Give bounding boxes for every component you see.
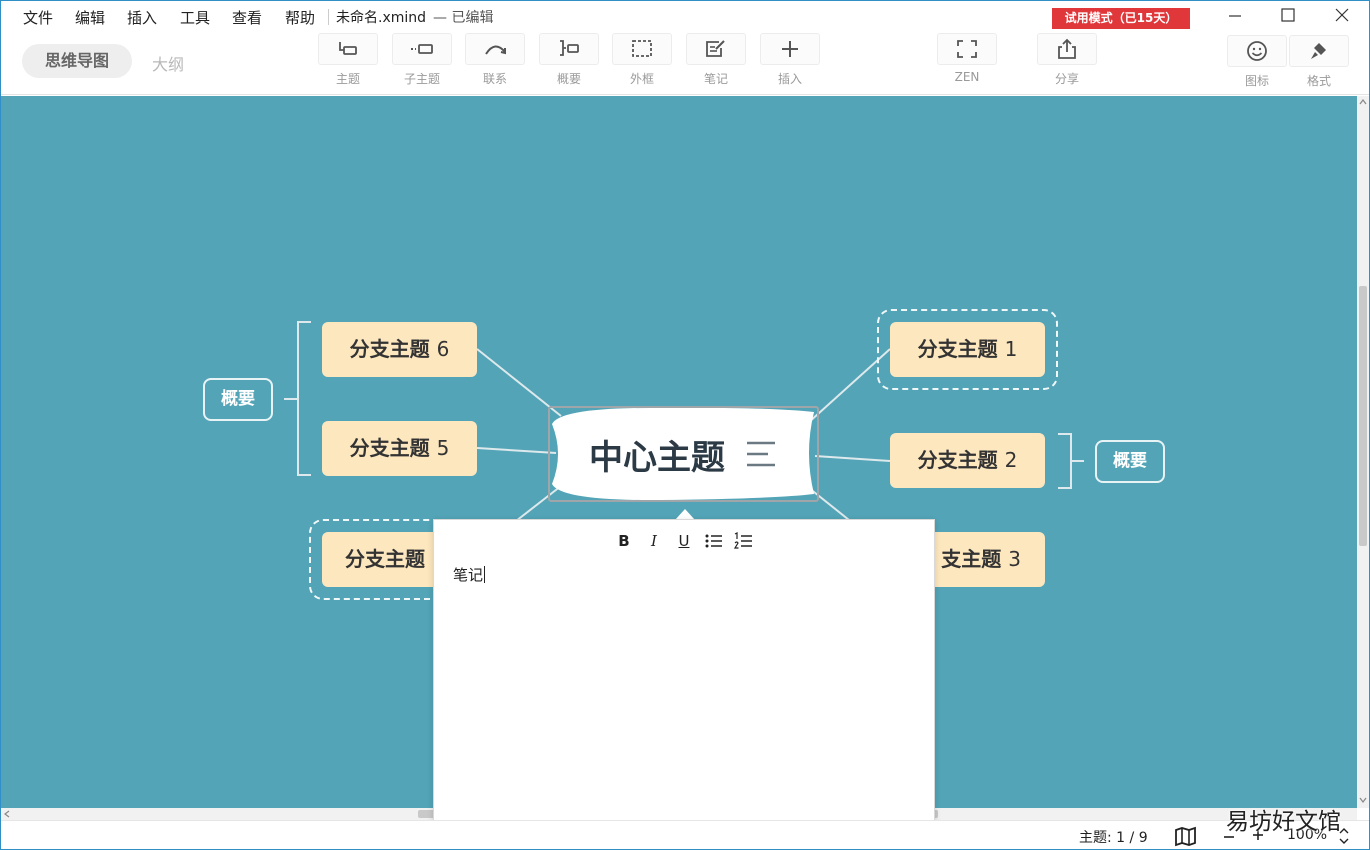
menu-help[interactable]: 帮助 bbox=[285, 7, 315, 28]
app-window: 文件 编辑 插入 工具 查看 帮助 未命名.xmind — 已编辑 试用模式（已… bbox=[0, 0, 1370, 850]
boundary-label: 外框 bbox=[629, 72, 654, 86]
underline-button[interactable]: U bbox=[671, 528, 697, 554]
plus-icon bbox=[782, 41, 798, 57]
note-button[interactable]: 笔记 bbox=[686, 33, 746, 91]
note-editor-panel[interactable]: B I U 笔记 bbox=[433, 519, 935, 849]
relationship-button[interactable]: 联系 bbox=[465, 33, 525, 91]
document-status: — 已编辑 bbox=[433, 10, 494, 26]
boundary-icon bbox=[632, 40, 652, 57]
scroll-left-icon[interactable] bbox=[1, 808, 13, 820]
share-label: 分享 bbox=[1054, 72, 1079, 86]
format-button[interactable]: 格式 bbox=[1289, 35, 1349, 93]
menu-insert[interactable]: 插入 bbox=[127, 7, 157, 28]
tab-outline[interactable]: 大纲 bbox=[152, 51, 184, 75]
subtopic-button[interactable]: 子主题 bbox=[392, 33, 452, 91]
trial-mode-badge[interactable]: 试用模式（已15天） bbox=[1052, 8, 1190, 29]
toolbar: 思维导图 大纲 主题 子主题 联系 概要 外框 笔记 插入 ZEN 分享 图标 … bbox=[1, 31, 1369, 95]
note-icon bbox=[706, 40, 725, 57]
boundary-button[interactable]: 外框 bbox=[612, 33, 672, 91]
topic-count: 主题: 1 / 9 bbox=[1079, 830, 1148, 846]
title-bar: 文件 编辑 插入 工具 查看 帮助 未命名.xmind — 已编辑 试用模式（已… bbox=[1, 1, 1369, 31]
format-label: 格式 bbox=[1306, 74, 1331, 88]
close-button[interactable] bbox=[1332, 6, 1352, 26]
numbered-list-button[interactable] bbox=[731, 528, 757, 554]
summary-label: 概要 bbox=[556, 72, 581, 86]
subtopic-label: 子主题 bbox=[403, 72, 440, 86]
share-icon bbox=[1058, 38, 1076, 59]
bold-button[interactable]: B bbox=[611, 528, 637, 554]
brush-icon bbox=[1311, 43, 1326, 59]
branch-topic-6[interactable]: 分支主题 6 bbox=[322, 322, 477, 377]
relationship-icon bbox=[485, 45, 506, 55]
menu-edit[interactable]: 编辑 bbox=[75, 7, 105, 28]
bullet-list-icon bbox=[705, 534, 722, 548]
summary-icon bbox=[560, 40, 579, 56]
watermark-text: 易坊好文馆 bbox=[1226, 809, 1341, 835]
summary-button[interactable]: 概要 bbox=[539, 33, 599, 91]
tab-mindmap[interactable]: 思维导图 bbox=[22, 44, 132, 78]
insert-label: 插入 bbox=[777, 72, 802, 86]
note-text-area[interactable]: 笔记 bbox=[453, 564, 486, 585]
text-cursor bbox=[484, 566, 486, 583]
zen-label: ZEN bbox=[954, 70, 980, 84]
branch-topic-5[interactable]: 分支主题 5 bbox=[322, 421, 477, 476]
branch-topic-1[interactable]: 分支主题 1 bbox=[890, 322, 1045, 377]
summary-left[interactable]: 概要 bbox=[203, 378, 273, 421]
status-bar: 主题: 1 / 9 100% bbox=[1, 820, 1369, 849]
minimize-button[interactable] bbox=[1225, 6, 1245, 26]
vertical-scroll-thumb[interactable] bbox=[1359, 286, 1367, 546]
central-topic-text[interactable]: 中心主题 bbox=[589, 430, 725, 479]
maximize-icon bbox=[1281, 8, 1295, 22]
share-button[interactable]: 分享 bbox=[1037, 33, 1097, 91]
scroll-down-icon[interactable] bbox=[1357, 794, 1369, 806]
smiley-icon bbox=[1247, 41, 1267, 61]
zen-button[interactable]: ZEN bbox=[937, 33, 997, 91]
numbered-list-icon bbox=[733, 532, 752, 549]
menu-separator bbox=[328, 9, 329, 25]
relationship-label: 联系 bbox=[482, 72, 507, 86]
map-view-icon[interactable] bbox=[1174, 825, 1198, 847]
minimize-icon bbox=[1229, 15, 1241, 17]
bullet-list-button[interactable] bbox=[701, 528, 727, 554]
vertical-scrollbar[interactable] bbox=[1357, 96, 1369, 808]
close-icon bbox=[1335, 8, 1349, 22]
icon-panel-button[interactable]: 图标 bbox=[1227, 35, 1287, 93]
fullscreen-icon bbox=[957, 40, 977, 58]
summary-right[interactable]: 概要 bbox=[1095, 440, 1165, 483]
maximize-button[interactable] bbox=[1278, 6, 1298, 26]
topic-label: 主题 bbox=[335, 72, 360, 86]
topic-icon bbox=[339, 42, 357, 55]
menu-view[interactable]: 查看 bbox=[232, 7, 262, 28]
note-label: 笔记 bbox=[703, 72, 728, 86]
italic-button[interactable]: I bbox=[641, 528, 667, 554]
icon-panel-label: 图标 bbox=[1244, 74, 1269, 88]
menu-file[interactable]: 文件 bbox=[23, 7, 53, 28]
topic-button[interactable]: 主题 bbox=[318, 33, 378, 91]
branch-topic-2[interactable]: 分支主题 2 bbox=[890, 433, 1045, 488]
menu-tools[interactable]: 工具 bbox=[180, 7, 210, 28]
subtopic-icon bbox=[411, 44, 433, 54]
document-title: 未命名.xmind bbox=[336, 10, 427, 26]
scroll-up-icon[interactable] bbox=[1357, 96, 1369, 108]
insert-button[interactable]: 插入 bbox=[760, 33, 820, 91]
